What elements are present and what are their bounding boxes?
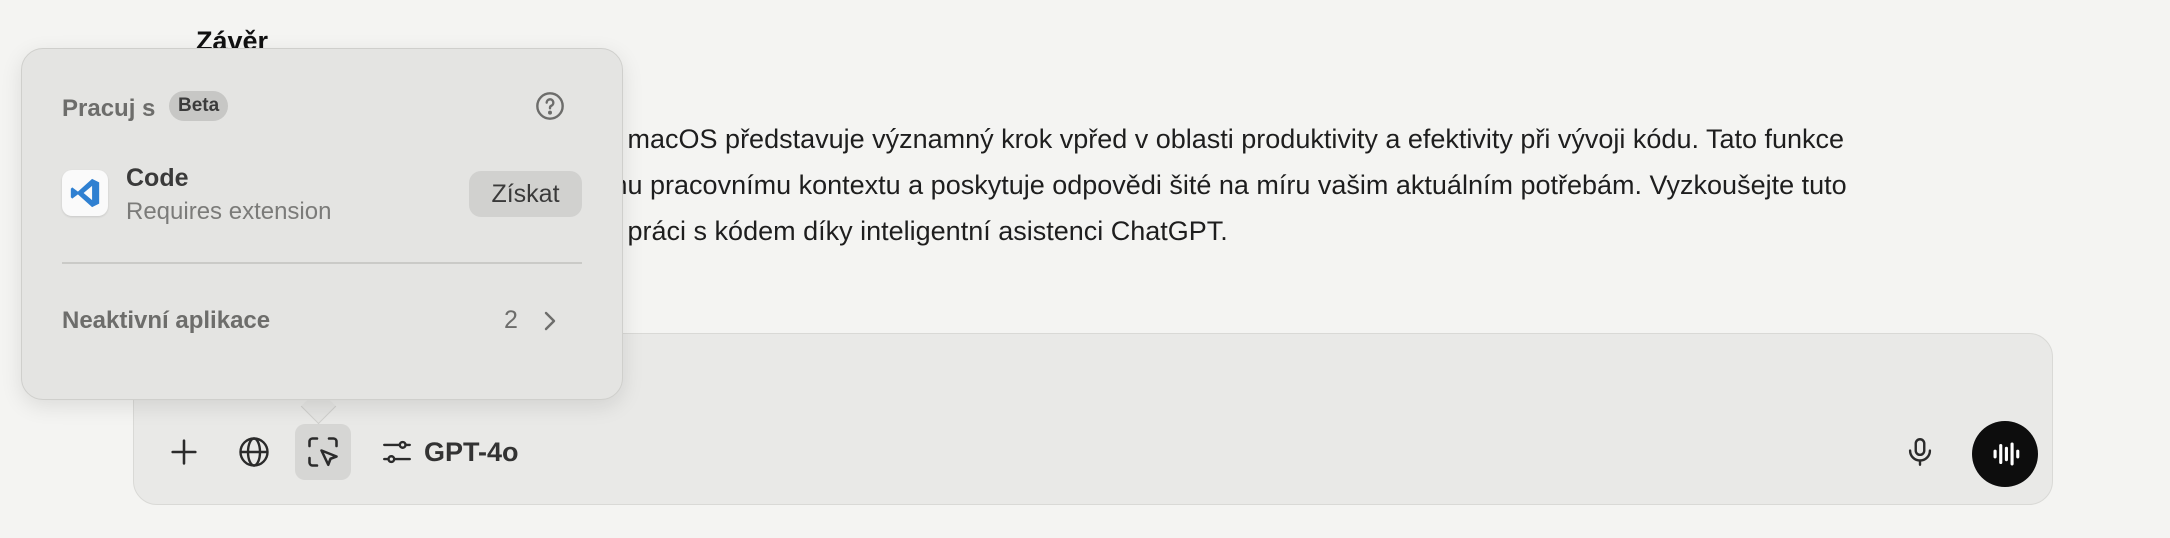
beta-badge: Beta <box>169 91 229 121</box>
voice-mode-button[interactable] <box>1972 421 2038 487</box>
app-subtitle: Requires extension <box>126 198 332 225</box>
divider <box>62 262 582 264</box>
inactive-apps-label[interactable]: Neaktivní aplikace <box>62 307 270 335</box>
paragraph-line: emu pracovnímu kontextu a poskytuje odpo… <box>590 170 1847 200</box>
chevron-right-icon[interactable] <box>540 308 560 334</box>
get-extension-button[interactable]: Získat <box>469 171 582 217</box>
app-name: Code <box>126 164 189 192</box>
paragraph-line: ou práci s kódem díky inteligentní asist… <box>590 216 1228 246</box>
voice-mode-icon <box>1993 442 2020 466</box>
model-selector[interactable]: GPT-4o <box>372 424 527 480</box>
sliders-icon <box>383 440 411 464</box>
paragraph-line: na macOS představuje významný krok vpřed… <box>590 124 1845 154</box>
question-circle-icon[interactable] <box>534 90 566 122</box>
popover-title: Pracuj s <box>62 95 156 122</box>
vscode-icon <box>62 170 108 216</box>
response-paragraph: na macOS představuje významný krok vpřed… <box>590 116 2020 254</box>
work-with-apps-icon <box>308 437 338 467</box>
add-button[interactable] <box>156 424 212 480</box>
model-label: GPT-4o <box>424 436 519 467</box>
microphone-icon <box>1908 438 1932 466</box>
inactive-apps-count: 2 <box>504 306 518 334</box>
globe-icon <box>239 437 269 467</box>
dictate-button[interactable] <box>1892 424 1948 480</box>
work-with-apps-button[interactable] <box>295 424 351 480</box>
plus-icon <box>171 439 197 465</box>
search-web-button[interactable] <box>226 424 282 480</box>
